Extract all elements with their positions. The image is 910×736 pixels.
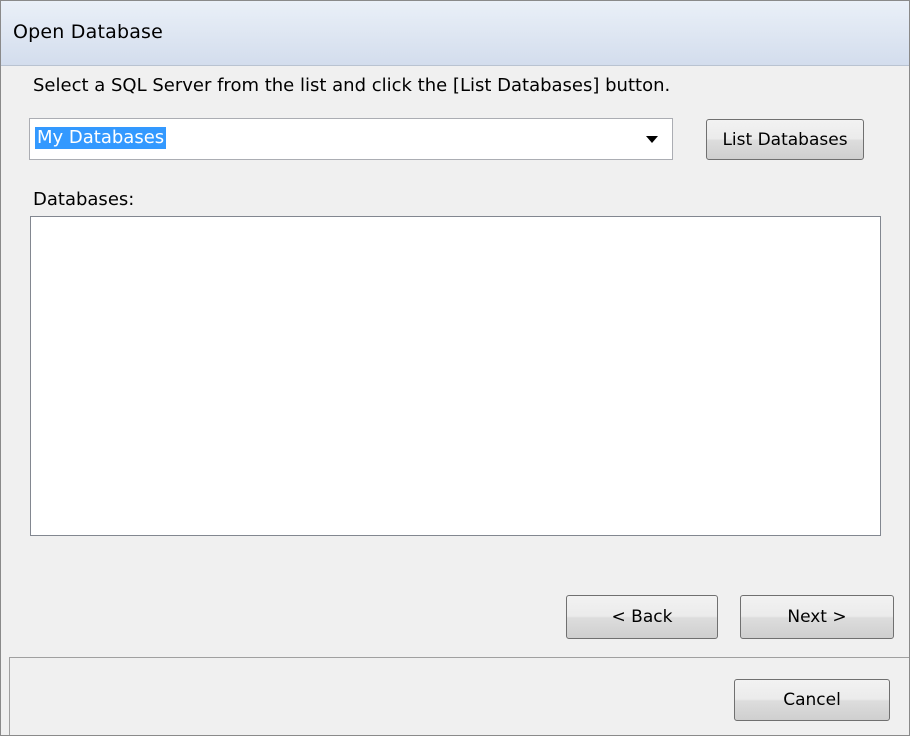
chevron-down-icon[interactable] [646,136,658,143]
open-database-dialog: Open Database Select a SQL Server from t… [0,0,910,736]
instruction-text: Select a SQL Server from the list and cl… [33,75,671,96]
back-button[interactable]: < Back [566,595,718,639]
title-bar: Open Database [1,1,909,66]
next-button[interactable]: Next > [740,595,894,639]
databases-list[interactable] [30,216,881,536]
databases-label: Databases: [33,189,135,210]
cancel-button[interactable]: Cancel [734,679,890,721]
window-title: Open Database [13,21,164,43]
list-databases-button[interactable]: List Databases [706,119,864,160]
server-select[interactable]: My Databases [29,118,673,160]
server-select-value[interactable]: My Databases [35,127,167,149]
